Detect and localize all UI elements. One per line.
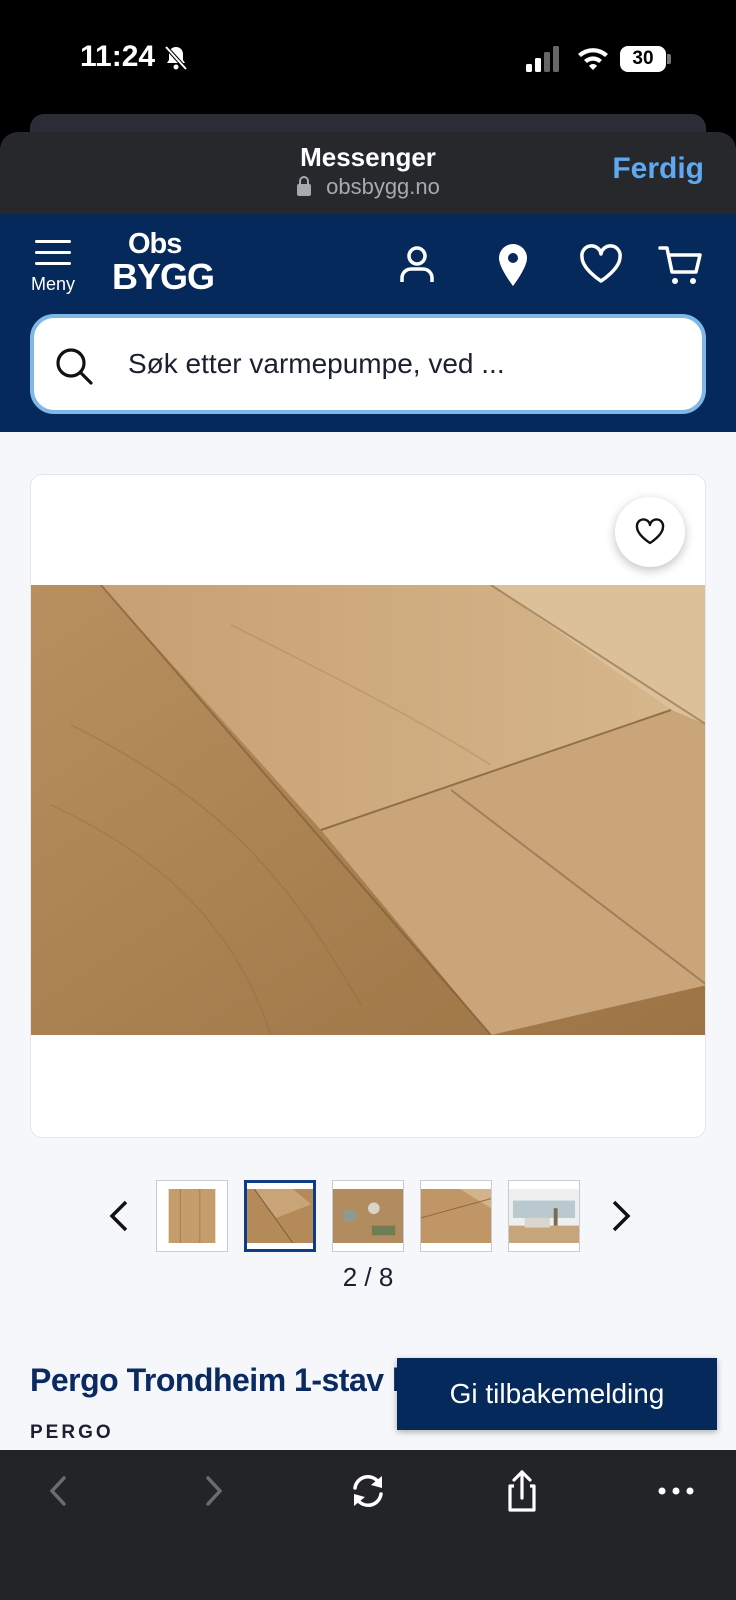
- site-header: Meny Obs BYGG: [0, 214, 736, 432]
- battery-nub: [667, 54, 671, 64]
- bell-slash-icon: [164, 45, 188, 71]
- user-icon[interactable]: [394, 242, 440, 288]
- back-arrow-icon[interactable]: [36, 1468, 80, 1514]
- thumbnail-3[interactable]: [332, 1180, 404, 1252]
- sheet-url: obsbygg.no: [326, 174, 440, 199]
- status-bar: 11:24 30: [0, 0, 736, 118]
- image-carousel: [0, 1180, 736, 1260]
- thumbnail-image: [247, 1189, 313, 1243]
- thumbnail-1[interactable]: [156, 1180, 228, 1252]
- reload-icon[interactable]: [346, 1468, 390, 1514]
- browser-toolbar: [0, 1450, 736, 1600]
- cart-icon[interactable]: [658, 242, 704, 288]
- search-icon: [56, 348, 93, 385]
- location-pin-icon[interactable]: [490, 242, 536, 288]
- thumbnail-2[interactable]: [244, 1180, 316, 1252]
- thumbnail-image: [509, 1189, 579, 1243]
- more-options-icon[interactable]: [654, 1468, 698, 1514]
- chevron-right-icon[interactable]: [606, 1196, 636, 1236]
- thumbnail-image: [168, 1189, 216, 1243]
- search-box[interactable]: [30, 314, 706, 414]
- product-image-card: [30, 474, 706, 1138]
- thumbnail-image: [421, 1189, 491, 1243]
- menu-label: Meny: [30, 274, 75, 294]
- thumbnail-5[interactable]: [508, 1180, 580, 1252]
- menu-button[interactable]: Meny: [26, 238, 80, 298]
- chevron-left-icon[interactable]: [104, 1196, 134, 1236]
- product-image[interactable]: [31, 585, 706, 1035]
- browser-sheet-header: Messenger obsbygg.no Ferdig: [0, 132, 736, 214]
- share-icon[interactable]: [500, 1468, 544, 1514]
- thumbnail-image: [333, 1189, 403, 1243]
- logo-bottom: BYGG: [112, 256, 215, 297]
- thumbnail-4[interactable]: [420, 1180, 492, 1252]
- feedback-button[interactable]: Gi tilbakemelding: [397, 1358, 717, 1430]
- search-input[interactable]: [128, 340, 688, 388]
- battery-icon: 30: [620, 46, 671, 72]
- heart-icon[interactable]: [578, 242, 624, 288]
- brand-name[interactable]: PERGO: [30, 1422, 114, 1444]
- status-time: 11:24: [80, 40, 156, 73]
- done-button[interactable]: Ferdig: [612, 152, 704, 186]
- gallery-counter: 2 / 8: [342, 1262, 394, 1292]
- lock-icon: [297, 176, 312, 196]
- signal-icon: [526, 46, 559, 72]
- battery-level: 30: [620, 46, 666, 72]
- obs-bygg-logo[interactable]: Obs BYGG: [112, 228, 215, 302]
- logo-top: Obs: [128, 228, 182, 260]
- wifi-icon: [578, 48, 608, 70]
- page-content: 2 / 8 Pergo Trondheim 1-stav laminat PER…: [0, 432, 736, 1450]
- forward-arrow-icon[interactable]: [192, 1468, 236, 1514]
- heart-outline-icon: [635, 518, 665, 545]
- favorite-button[interactable]: [615, 497, 685, 567]
- hamburger-icon: [35, 240, 71, 265]
